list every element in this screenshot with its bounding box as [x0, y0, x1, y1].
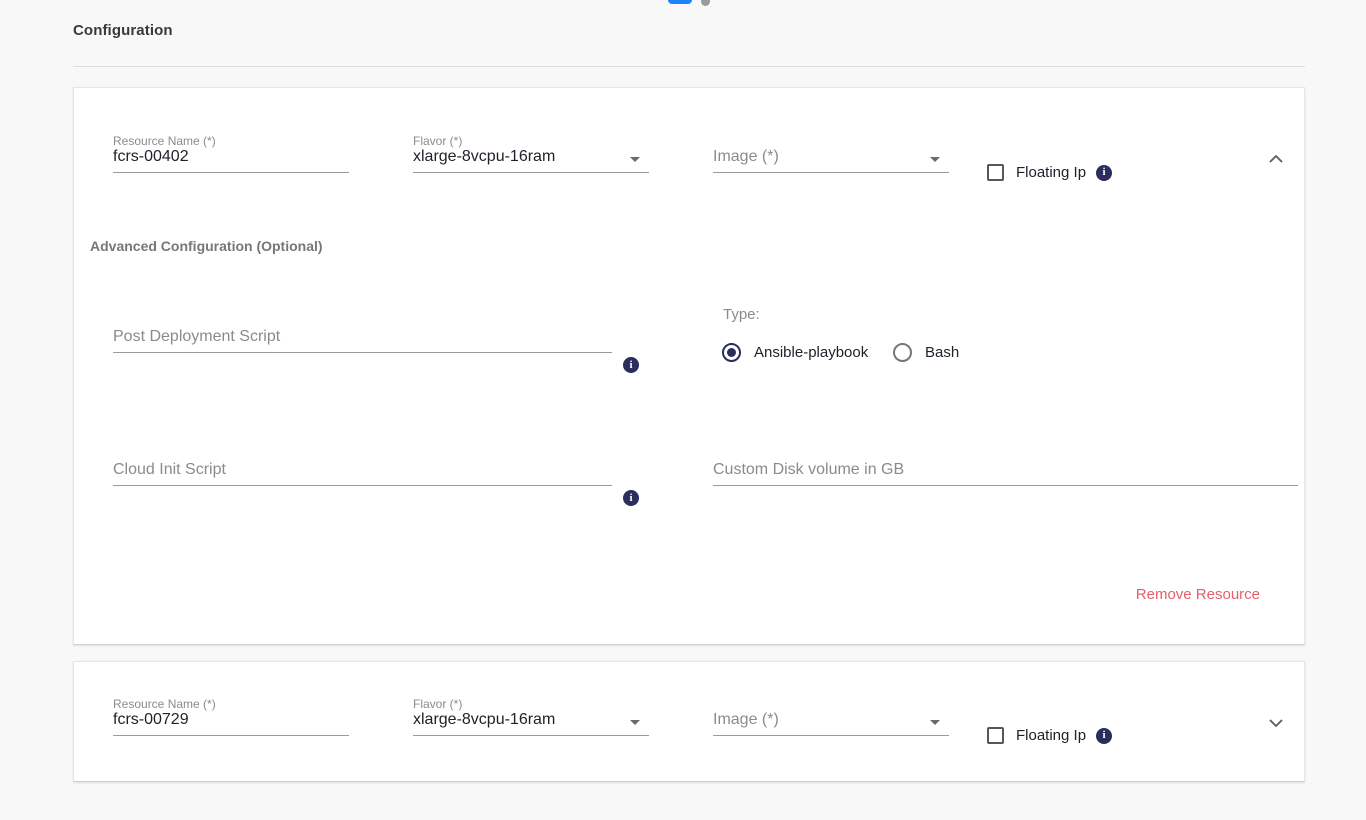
image-select[interactable]: Image (*): [713, 134, 949, 173]
radio-label: Bash: [925, 344, 959, 361]
floating-ip-checkbox[interactable]: Floating Ip i: [987, 727, 1112, 744]
resource-card: Resource Name (*) fcrs-00402 Flavor (*) …: [73, 87, 1305, 645]
image-placeholder: Image (*): [713, 148, 779, 166]
checkbox-box[interactable]: [987, 727, 1004, 744]
resource-name-label: Resource Name (*): [113, 697, 216, 711]
resource-card: Resource Name (*) fcrs-00729 Flavor (*) …: [73, 661, 1305, 782]
inactive-step-dot[interactable]: [701, 0, 710, 6]
radio-bash[interactable]: Bash: [893, 343, 959, 362]
field-underline: [713, 485, 1298, 486]
radio-outer[interactable]: [722, 343, 741, 362]
section-divider: [73, 66, 1305, 67]
active-step-bar[interactable]: [668, 0, 692, 4]
radio-outer[interactable]: [893, 343, 912, 362]
cloud-init-script-field[interactable]: Cloud Init Script: [113, 458, 612, 486]
custom-disk-volume-field[interactable]: Custom Disk volume in GB: [713, 458, 1298, 486]
post-deployment-script-field[interactable]: Post Deployment Script: [113, 325, 612, 353]
chevron-down-icon[interactable]: [930, 720, 940, 725]
floating-ip-label: Floating Ip: [1016, 727, 1086, 744]
custom-disk-volume-placeholder: Custom Disk volume in GB: [713, 461, 904, 479]
floating-ip-checkbox[interactable]: Floating Ip i: [987, 164, 1112, 181]
info-icon[interactable]: i: [623, 490, 639, 506]
type-label: Type:: [723, 306, 760, 323]
field-underline: [113, 735, 349, 736]
chevron-down-icon[interactable]: [1265, 712, 1287, 734]
resource-name-field[interactable]: Resource Name (*) fcrs-00402: [113, 134, 349, 173]
chevron-up-icon[interactable]: [1265, 148, 1287, 170]
resource-name-input[interactable]: fcrs-00402: [113, 148, 189, 166]
info-icon[interactable]: i: [1096, 165, 1112, 181]
info-icon[interactable]: i: [1096, 728, 1112, 744]
floating-ip-label: Floating Ip: [1016, 164, 1086, 181]
field-underline: [113, 485, 612, 486]
flavor-label: Flavor (*): [413, 134, 462, 148]
chevron-down-icon[interactable]: [630, 720, 640, 725]
image-select[interactable]: Image (*): [713, 697, 949, 736]
flavor-select[interactable]: Flavor (*) xlarge-8vcpu-16ram: [413, 134, 649, 173]
wizard-stepper: [0, 0, 1366, 10]
resource-name-input[interactable]: fcrs-00729: [113, 711, 189, 729]
radio-inner-selected: [727, 348, 736, 357]
post-deployment-script-placeholder: Post Deployment Script: [113, 328, 280, 346]
field-underline: [113, 172, 349, 173]
flavor-select[interactable]: Flavor (*) xlarge-8vcpu-16ram: [413, 697, 649, 736]
info-icon[interactable]: i: [623, 357, 639, 373]
cloud-init-script-placeholder: Cloud Init Script: [113, 461, 226, 479]
configuration-page: Configuration Resource Name (*) fcrs-004…: [0, 0, 1366, 820]
advanced-configuration-title: Advanced Configuration (Optional): [90, 238, 323, 254]
chevron-down-icon[interactable]: [930, 157, 940, 162]
radio-label: Ansible-playbook: [754, 344, 868, 361]
field-underline: [713, 735, 949, 736]
flavor-value: xlarge-8vcpu-16ram: [413, 711, 555, 729]
resource-name-field[interactable]: Resource Name (*) fcrs-00729: [113, 697, 349, 736]
flavor-label: Flavor (*): [413, 697, 462, 711]
image-placeholder: Image (*): [713, 711, 779, 729]
radio-ansible-playbook[interactable]: Ansible-playbook: [722, 343, 868, 362]
page-title: Configuration: [73, 22, 173, 39]
field-underline: [413, 172, 649, 173]
flavor-value: xlarge-8vcpu-16ram: [413, 148, 555, 166]
chevron-down-icon[interactable]: [630, 157, 640, 162]
remove-resource-button[interactable]: Remove Resource: [1136, 586, 1260, 603]
field-underline: [113, 352, 612, 353]
field-underline: [413, 735, 649, 736]
checkbox-box[interactable]: [987, 164, 1004, 181]
field-underline: [713, 172, 949, 173]
resource-name-label: Resource Name (*): [113, 134, 216, 148]
